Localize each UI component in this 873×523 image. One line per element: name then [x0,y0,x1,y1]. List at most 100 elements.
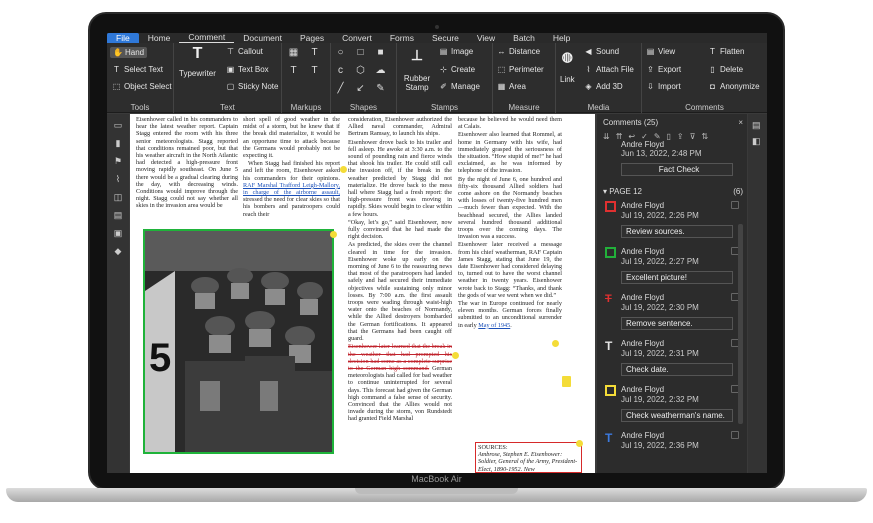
group-label-markups: Markups [290,103,322,112]
menu-batch[interactable]: Batch [504,33,544,43]
menu-forms[interactable]: Forms [381,33,423,43]
perimeter-button[interactable]: ⬚ Perimeter [497,65,544,74]
comment-note-icon-3[interactable] [452,352,459,359]
sound-button[interactable]: ◀ Sound [584,47,619,56]
rubber-stamp-button[interactable]: ⊥ Rubber Stamp [401,47,433,92]
delete-button[interactable]: ▯ Delete [708,65,743,74]
add-3d-button[interactable]: ◈ Add 3D [584,82,622,91]
properties-icon[interactable]: ◧ [752,136,761,147]
typewriter-icon: T [192,45,203,62]
comment-checkbox[interactable] [731,201,739,209]
export-icon[interactable]: ⇪ [677,132,684,144]
menu-convert[interactable]: Convert [333,33,381,43]
ellipse-icon[interactable]: ○ [335,47,346,58]
callout-button[interactable]: ⊤ Callout [226,47,263,56]
underline-text-icon[interactable]: T [309,47,320,58]
rectangle-icon[interactable]: □ [355,47,366,58]
globe-link-icon: ◍ [561,49,574,64]
area-button[interactable]: ▦ Area [497,82,526,91]
svg-text:5: 5 [149,336,171,380]
pencil-icon[interactable]: ✎ [375,83,386,94]
sticky-note-button[interactable]: ▢ Sticky Note [226,82,279,91]
menu-comment[interactable]: Comment [179,33,235,43]
object-select-button[interactable]: ⬚ Object Select [112,82,172,91]
link-button[interactable]: ◍ Link [560,49,575,84]
page-group-header[interactable]: ▾ PAGE 12 (6) [603,187,743,196]
thumbnails-icon[interactable]: ▤ [112,210,124,222]
text-box-button[interactable]: ▣ Text Box [226,65,269,74]
squiggly-icon[interactable]: T [288,65,299,76]
menu-secure[interactable]: Secure [423,33,468,43]
sticky-note-annotation-icon[interactable] [562,376,571,387]
column-1: Eisenhower called in his commanders to h… [136,116,238,210]
layers-icon[interactable]: ◫ [112,192,124,204]
menu-help[interactable]: Help [544,33,579,43]
highlight-icon[interactable]: ▦ [288,47,299,58]
import-icon: ⇩ [647,82,654,91]
polygon-icon[interactable]: ⬡ [355,65,366,76]
expand-icon[interactable]: ⇊ [603,132,610,144]
menu-view[interactable]: View [468,33,504,43]
import-button[interactable]: ⇩ Import [646,82,681,91]
page-icon[interactable]: ▭ [112,120,124,132]
trash-icon: ▯ [710,65,715,74]
flatten-button[interactable]: T Flatten [708,47,744,56]
sources-comment-icon[interactable] [576,440,583,447]
image-icon: ▤ [439,47,448,56]
arrow-icon[interactable]: ↙ [355,83,366,94]
document-page[interactable]: Eisenhower called in his commanders to h… [130,114,595,473]
underlined-text[interactable]: RAF Marshal Trafford Leigh-Mallory, in c… [243,182,340,196]
signature-icon[interactable]: ▣ [112,228,124,240]
select-text-button[interactable]: T Select Text [112,65,163,74]
close-icon[interactable]: × [738,118,743,127]
export-button[interactable]: ⇪ Export [646,65,681,74]
sort-icon[interactable]: ⇅ [701,132,708,144]
manage-button[interactable]: ✐ Manage [439,82,480,91]
comments-header: Comments (25) [603,118,659,127]
anonymize-button[interactable]: ◘ Anonymize [708,82,760,91]
menu-pages[interactable]: Pages [291,33,333,43]
line-icon[interactable]: ╱ [335,83,346,94]
attachment-icon[interactable]: ⌇ [112,174,124,186]
group-text: T Typewriter ⊤ Callout ▣ Text Box ▢ Sticky N… [174,43,282,113]
square-fill-icon[interactable]: ■ [375,47,386,58]
create-button[interactable]: ⊹ Create [439,65,475,74]
distance-button[interactable]: ↔ Distance [497,47,541,56]
bookmark-icon[interactable]: ▮ [112,138,124,150]
cloud-icon[interactable]: ☁ [375,65,386,76]
laptop-notch [355,488,518,494]
group-label-media: Media [587,103,610,112]
comment-note-icon[interactable] [340,166,347,173]
filter-icon[interactable]: ⊽ [690,132,696,144]
comment-note-icon-2[interactable] [552,340,559,347]
group-shapes: ○ □ ■ ϲ ⬡ ☁ ╱ ↙ ✎ Shapes [331,43,397,113]
flag-icon[interactable]: ⚑ [112,156,124,168]
group-stamps: ⊥ Rubber Stamp ▤ Image ⊹ Create ✐ Manage Sta… [397,43,493,113]
date-link[interactable]: May of 1945 [478,322,510,329]
strikeout-icon[interactable]: T [309,65,320,76]
attach-file-button[interactable]: ⌇ Attach File [584,65,634,74]
photo-comment-icon[interactable] [330,231,337,238]
export-icon: ⇪ [647,65,654,74]
ww2-soldiers-photo[interactable]: 5 [143,229,334,454]
arc-icon[interactable]: ϲ [335,65,346,76]
hand-button[interactable]: ✋ Hand [110,47,148,58]
green-square-icon [605,247,617,259]
tag-icon[interactable]: ◆ [112,246,124,258]
view-icon: ▤ [646,47,655,56]
hand-icon: ✋ [113,48,123,57]
sticky-note-icon [605,385,617,397]
typewriter-blue-icon: T [605,431,613,445]
image-button[interactable]: ▤ Image [439,47,474,56]
comments-scrollbar[interactable] [738,224,743,424]
menu-home[interactable]: Home [139,33,180,43]
comment-checkbox[interactable] [731,431,739,439]
comments-panel-icon[interactable]: ▤ [752,120,761,131]
view-button[interactable]: ▤ View [646,47,675,56]
text-box-icon: ▣ [226,65,235,74]
menu-file[interactable]: File [107,33,139,43]
delete-icon[interactable]: ▯ [667,132,671,144]
typewriter-button[interactable]: T Typewriter [179,45,216,78]
menu-document[interactable]: Document [234,33,291,43]
sources-box[interactable]: SOURCES: Ambrose, Stephen E. Eisenhower:… [475,442,582,473]
